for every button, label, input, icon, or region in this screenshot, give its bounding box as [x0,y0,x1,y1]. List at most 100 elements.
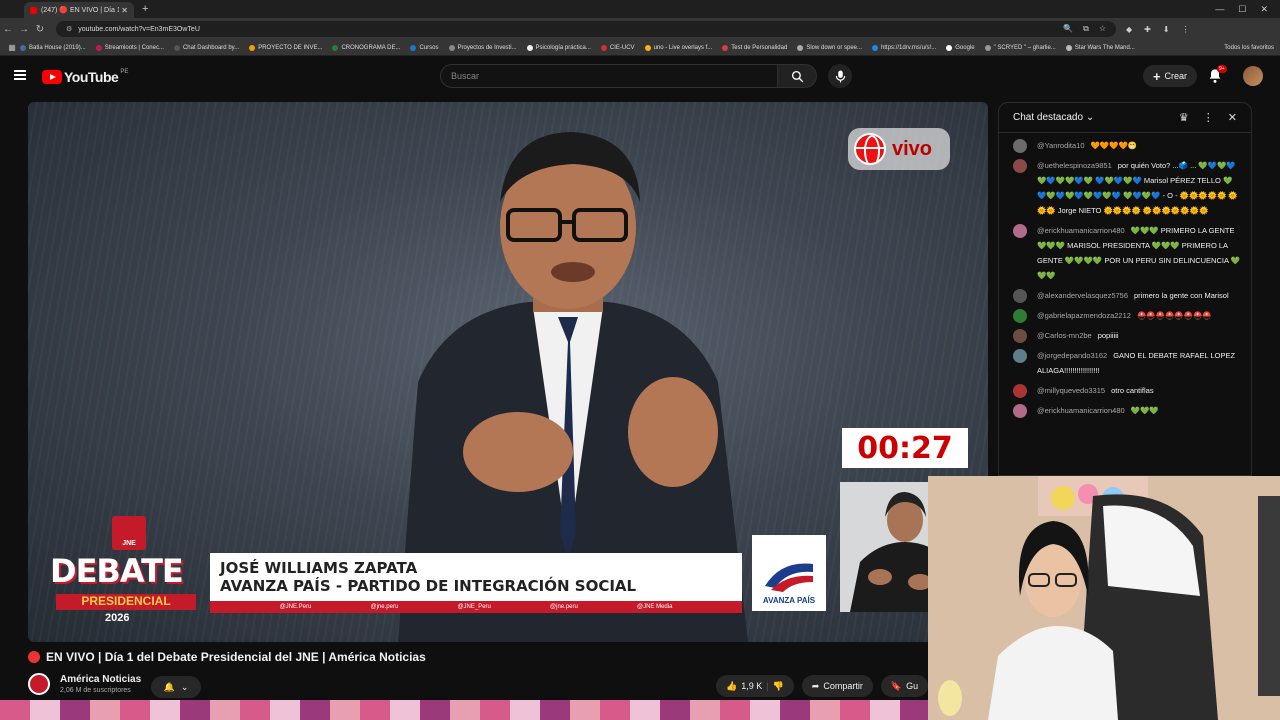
forward-icon[interactable]: → [16,24,32,35]
site-info-icon[interactable]: ⚙ [66,25,72,33]
chat-message: @Carlos-mn2be popiiiii [1013,328,1241,343]
x-handle: @JNE_Peru [457,604,491,610]
bookmark-item[interactable]: CIE-UCV [600,44,635,51]
apps-grid-icon[interactable]: ▦ [4,43,20,52]
back-icon[interactable]: ← [0,24,16,35]
live-channel-badge: vivo [848,128,950,170]
thumbs-up-icon[interactable]: 👍 [726,681,737,692]
download-icon[interactable]: ⬇ [1163,25,1170,34]
all-bookmarks-link[interactable]: Todos los favoritos [1224,45,1274,51]
youtube-logo[interactable]: YouTube PE [42,69,128,85]
chat-author: @erickhuamanicarrion480 [1037,406,1125,415]
chat-author: @alexandervelasquez5756 [1037,291,1129,300]
chat-avatar [1013,384,1027,398]
save-button[interactable]: 🔖 Gu [880,675,929,697]
bookmark-item[interactable]: " SCRYED " – gharlie... [984,44,1056,51]
jne-badge: JNE [112,516,146,550]
voice-search-button[interactable] [828,64,852,88]
zoom-icon[interactable]: 🔍 [1063,24,1073,34]
bookmark-item[interactable]: Batla House (2019)... [20,44,86,51]
minimize-icon[interactable]: — [1215,4,1224,15]
chat-author: @millyquevedo3315 [1037,386,1106,395]
chat-mode-dropdown[interactable]: Chat destacado ⌄ [1013,112,1094,123]
chat-avatar [1013,224,1027,238]
close-chat-icon[interactable]: ✕ [1228,111,1237,124]
bookmark-item[interactable]: CRONOGRAMA DE... [332,44,400,51]
search-icon [791,70,803,82]
address-bar[interactable]: ⚙ youtube.com/watch?v=En3mE3OwTeU 🔍 ⧉ ☆ [56,21,1116,37]
bookmark-item[interactable]: uno - Live overlays f... [644,44,712,51]
menu-hamburger-icon[interactable] [14,70,26,80]
chat-avatar [1013,289,1027,303]
candidate-name: JOSÉ WILLIAMS ZAPATA [220,559,418,577]
more-options-icon[interactable]: ⋮ [1203,111,1214,124]
streamer-webcam [928,476,1280,720]
countdown-timer: 00:27 [842,428,968,468]
country-code: PE [120,69,129,75]
bell-icon: 🔔 [163,681,175,692]
chat-text: otro cantiflas [1111,386,1154,395]
channel-avatar[interactable] [28,673,50,695]
bookmark-item[interactable]: Google [946,44,975,51]
chat-message: @Yanrodita10 🧡🧡🧡🧡😁 [1013,138,1241,153]
new-tab-icon[interactable]: + [142,3,148,15]
close-window-icon[interactable]: ✕ [1260,4,1268,15]
chat-message: @erickhuamanicarrion480 💚💚💚 [1013,403,1241,418]
user-avatar[interactable] [1243,66,1263,86]
search-input[interactable]: Buscar [440,64,778,88]
bookmark-item[interactable]: Test de Personalidad [722,44,787,51]
omnibox-icons: 🔍 ⧉ ☆ [1063,24,1106,34]
chat-avatar [1013,159,1027,173]
youtube-play-icon [42,70,62,84]
bookmark-item[interactable]: Slow down or spee... [797,44,862,51]
chat-header: Chat destacado ⌄ ♛ ⋮ ✕ [999,103,1251,133]
lower-third: JOSÉ WILLIAMS ZAPATA AVANZA PAÍS - PARTI… [210,553,742,601]
youtube-wordmark: YouTube [64,69,119,85]
chat-messages: @Yanrodita10 🧡🧡🧡🧡😁 @uethelespinoza9851 por… [999,138,1251,418]
like-count: 1,9 K [741,681,763,691]
social-handles-bar: @JNE.Peru @jne.peru @JNE_Peru @jne.peru … [210,601,742,613]
chat-text: ⛑️⛑️⛑️⛑️⛑️⛑️⛑️⛑️ [1136,311,1212,320]
bookmark-item[interactable]: Cursos [410,44,439,51]
share-button[interactable]: ➦ Compartir [801,675,873,697]
channel-info[interactable]: América Noticias 2,06 M de suscriptores [28,673,141,695]
create-button[interactable]: + Crear [1143,65,1197,87]
bookmark-item[interactable]: Streamloots | Conec... [95,44,164,51]
thumbs-down-icon[interactable]: 👎 [773,681,784,692]
puzzle-icon[interactable]: ✚ [1144,25,1151,34]
browser-tabbar: (247) 🔴 EN VIVO | Día 1 d ✕ + — ☐ ✕ [0,0,1280,18]
like-dislike-button[interactable]: 👍 1,9 K | 👎 [716,675,794,697]
url-text: youtube.com/watch?v=En3mE3OwTeU [78,25,200,33]
youtube-favicon-icon [30,6,37,14]
search-button[interactable] [777,64,817,88]
bookmark-item[interactable]: Psicología práctica... [526,44,591,51]
bookmark-item[interactable]: https://1drv.ms/u/s!... [872,44,936,51]
save-icon: 🔖 [890,680,903,691]
channel-name[interactable]: América Noticias [60,674,141,685]
chat-author: @jorgedepando3162 [1037,351,1108,360]
plus-icon: + [1152,68,1161,84]
close-tab-icon[interactable]: ✕ [121,6,128,15]
extension-icon[interactable]: ◆ [1126,25,1132,34]
crown-icon[interactable]: ♛ [1179,111,1189,124]
menu-dots-icon[interactable]: ⋮ [1182,25,1190,34]
tab-title: (247) 🔴 EN VIVO | Día 1 d [41,7,120,14]
chat-message: @millyquevedo3315 otro cantiflas [1013,383,1241,398]
chat-avatar [1013,309,1027,323]
browser-tab[interactable]: (247) 🔴 EN VIVO | Día 1 d ✕ [24,2,134,18]
chat-author: @gabrielapazmendoza2212 [1037,311,1131,320]
bookmark-star-icon[interactable]: ☆ [1099,24,1106,34]
chat-text: primero la gente con Marisol [1134,291,1229,300]
bookmark-item[interactable]: PROYECTO DE INVE... [249,44,322,51]
instagram-handle: @jne.peru [370,604,399,610]
bookmark-item[interactable]: Chat Dashboard by... [173,44,239,51]
video-player[interactable]: vivo 00:27 JNE DEBATE PRESIDENCIAL 2026 … [28,102,988,642]
reload-icon[interactable]: ↻ [32,24,48,35]
cast-icon[interactable]: ⧉ [1083,24,1089,34]
maximize-icon[interactable]: ☐ [1238,4,1246,15]
bookmark-item[interactable]: Proyectos de Investi... [448,44,517,51]
chat-header-icons: ♛ ⋮ ✕ [1179,111,1237,124]
subscription-bell-button[interactable]: 🔔 ⌄ [151,676,201,698]
bookmark-item[interactable]: Star Wars The Mand... [1065,44,1135,51]
share-icon: ➦ [811,680,820,691]
